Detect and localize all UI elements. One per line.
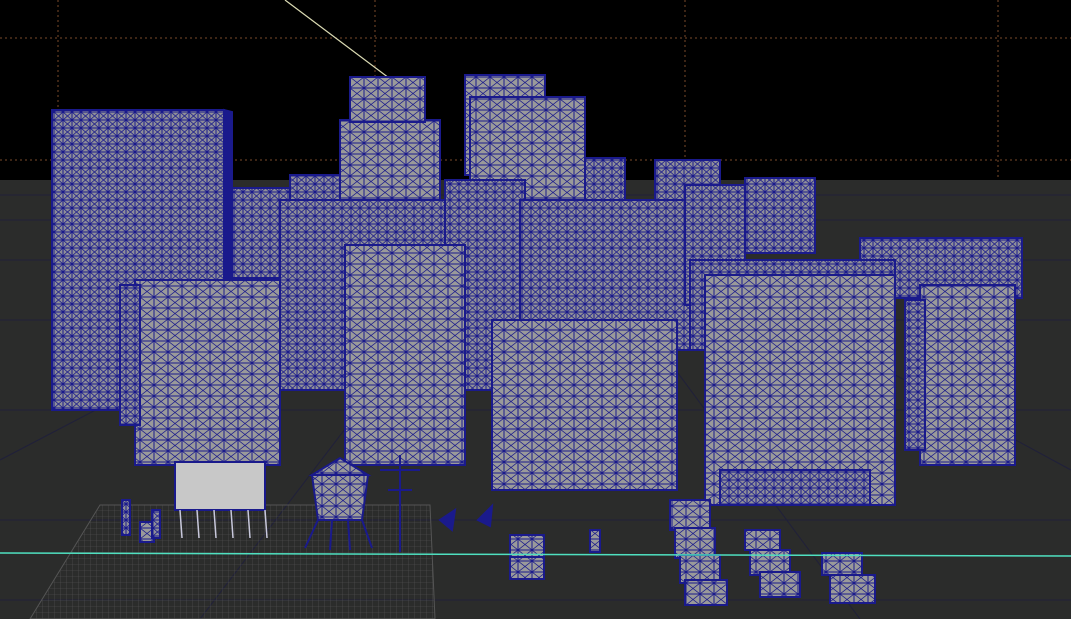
building-far-right[interactable] — [919, 284, 1016, 466]
billboard[interactable] — [174, 461, 266, 511]
building-left-front-side[interactable] — [119, 284, 141, 426]
crate[interactable] — [829, 574, 876, 604]
crate[interactable] — [684, 579, 728, 606]
water-tower[interactable] — [310, 474, 370, 521]
building-back-right-2[interactable] — [744, 177, 816, 254]
building-left-front[interactable] — [134, 279, 281, 466]
3d-viewport[interactable] — [0, 0, 1071, 619]
crate[interactable] — [674, 527, 716, 559]
building-far-right-side[interactable] — [904, 299, 926, 451]
crate[interactable] — [669, 499, 711, 531]
street-prop-hydrant[interactable] — [589, 529, 601, 553]
street-prop-post-2[interactable] — [151, 509, 161, 539]
crate[interactable] — [744, 529, 781, 551]
building-right-front-base[interactable] — [719, 469, 871, 506]
crate[interactable] — [759, 571, 801, 598]
wireframe-scene[interactable] — [0, 0, 1071, 619]
building-center-front[interactable] — [491, 319, 678, 491]
building-center-left-front[interactable] — [344, 244, 466, 466]
tower-center-left-top[interactable] — [349, 76, 426, 123]
crate[interactable] — [679, 554, 721, 584]
crate[interactable] — [821, 552, 863, 576]
crate[interactable] — [509, 556, 545, 580]
street-prop-post[interactable] — [121, 499, 131, 536]
